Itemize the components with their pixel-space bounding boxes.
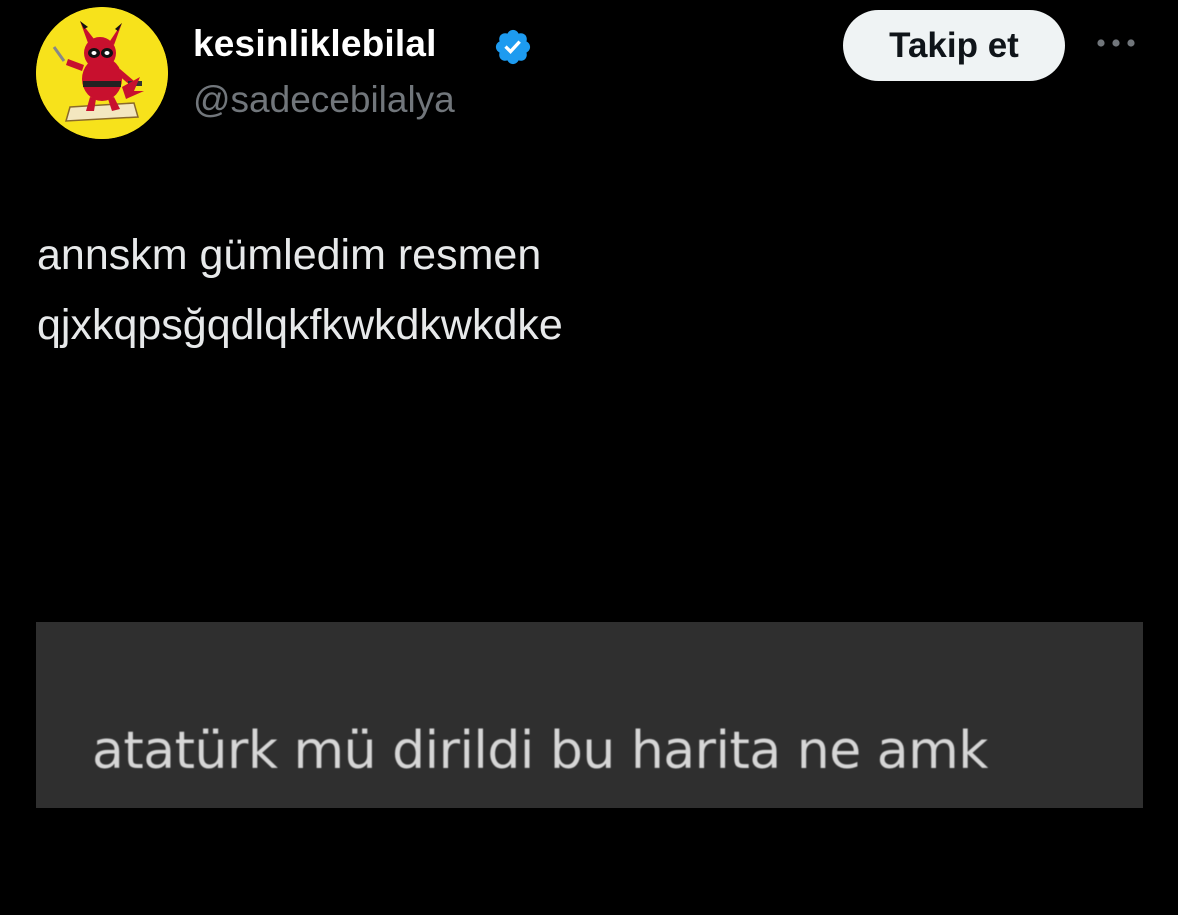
author-handle[interactable]: @sadecebilalya [193, 78, 455, 122]
author-display-name[interactable]: kesinliklebilal [193, 22, 437, 66]
tweet-line: qjxkqpsğqdlqkfkwkdkwkdke [37, 301, 563, 349]
follow-button[interactable]: Takip et [843, 10, 1065, 81]
verified-badge-icon[interactable] [493, 27, 533, 67]
tweet-media-image[interactable]: atatürk mü dirildi bu harita ne amk [36, 622, 1143, 808]
author-avatar[interactable] [36, 7, 168, 139]
tweet-line: annskm gümledim resmen [37, 231, 542, 279]
tweet-text: annskm gümledim resmen qjxkqpsğqdlqkfkwk… [37, 220, 1137, 360]
media-caption-text: atatürk mü dirildi bu harita ne amk [92, 721, 988, 781]
more-horizontal-icon[interactable] [1093, 28, 1139, 58]
pikachu-deadpool-avatar-icon [36, 7, 168, 139]
